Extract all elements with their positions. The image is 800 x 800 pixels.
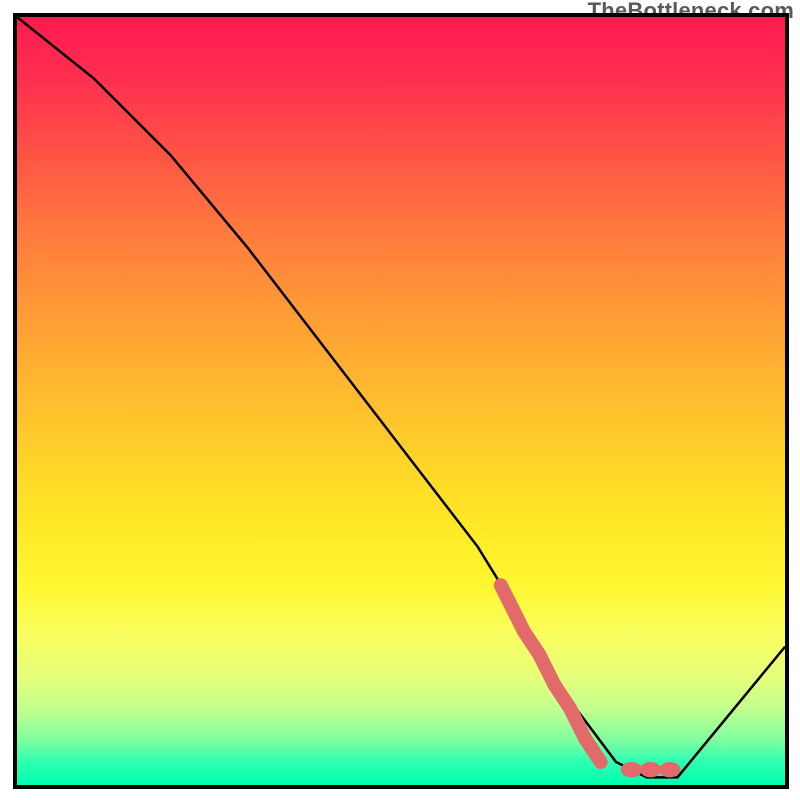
highlight-dot: [640, 762, 662, 777]
chart-highlight-dots: [621, 762, 681, 777]
chart-plot: [17, 17, 785, 785]
chart-highlight-segment: [501, 585, 601, 762]
chart-curve: [17, 17, 785, 777]
highlight-dot: [621, 762, 643, 777]
chart-frame: [13, 13, 789, 789]
highlight-dot: [659, 762, 681, 777]
